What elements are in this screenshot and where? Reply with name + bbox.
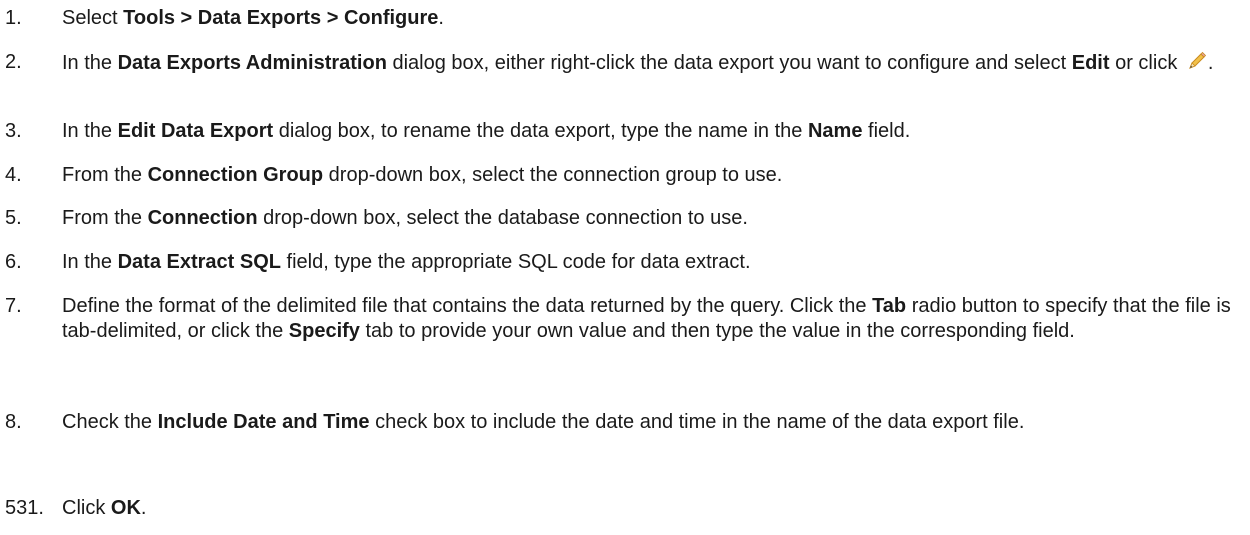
step-number: 1. xyxy=(5,7,22,29)
instruction-steps: 1. Select Tools > Data Exports > Configu… xyxy=(0,0,1250,535)
step-text-run: Define the format of the delimited file … xyxy=(62,295,873,317)
ui-term: Tools > Data Exports > Configure xyxy=(123,7,439,29)
step-item: 531. Click OK. xyxy=(0,496,1250,521)
step-text-run: drop-down box, select the connection gro… xyxy=(323,164,783,186)
step-text: From the Connection drop-down box, selec… xyxy=(62,206,1232,231)
step-item: 4. From the Connection Group drop-down b… xyxy=(0,163,1250,188)
step-item: 2. In the Data Exports Administration di… xyxy=(0,50,1250,76)
step-text-run: From the xyxy=(62,164,148,186)
ui-term: Specify xyxy=(288,320,360,342)
step-text-run: From the xyxy=(62,207,148,229)
step-number: 8. xyxy=(5,411,22,433)
ui-term: Name xyxy=(807,120,863,142)
step-item: 7. Define the format of the delimited fi… xyxy=(0,294,1250,344)
step-text: In the Data Extract SQL field, type the … xyxy=(62,250,1232,275)
step-text-run: In the xyxy=(62,251,118,273)
step-text-run: dialog box, to rename the data export, t… xyxy=(273,120,808,142)
step-text-run: . xyxy=(1207,52,1214,74)
step-item: 6. In the Data Extract SQL field, type t… xyxy=(0,250,1250,275)
step-number: 4. xyxy=(5,164,22,186)
step-text-run: or click xyxy=(1109,52,1183,74)
step-text: Click OK. xyxy=(62,496,1232,521)
ui-term: Data Extract SQL xyxy=(117,251,281,273)
step-number: 7. xyxy=(5,295,22,317)
ui-term: Tab xyxy=(872,295,907,317)
step-item: 1. Select Tools > Data Exports > Configu… xyxy=(0,6,1250,31)
pencil-icon xyxy=(1186,50,1208,72)
step-text-run: Click xyxy=(62,497,111,519)
step-text: Define the format of the delimited file … xyxy=(62,294,1232,344)
step-number: 5. xyxy=(5,207,22,229)
ui-term: Include Date and Time xyxy=(157,411,370,433)
step-text-run: Select xyxy=(62,7,124,29)
step-text-run: dialog box, either right-click the data … xyxy=(386,52,1072,74)
ui-term: Connection Group xyxy=(147,164,324,186)
ui-term: Edit xyxy=(1071,52,1110,74)
step-item: 5. From the Connection drop-down box, se… xyxy=(0,206,1250,231)
step-text: In the Data Exports Administration dialo… xyxy=(62,50,1232,76)
ui-term: Data Exports Administration xyxy=(117,52,387,74)
step-item: 8. Check the Include Date and Time check… xyxy=(0,410,1250,435)
step-text-run: check box to include the date and time i… xyxy=(369,411,1025,433)
ui-term: OK xyxy=(110,497,141,519)
step-text-run: field. xyxy=(862,120,911,142)
step-text: In the Edit Data Export dialog box, to r… xyxy=(62,119,1232,144)
step-item: 3. In the Edit Data Export dialog box, t… xyxy=(0,119,1250,144)
step-text-run: field, type the appropriate SQL code for… xyxy=(281,251,751,273)
step-text-run: drop-down box, select the database conne… xyxy=(257,207,748,229)
step-number: 2. xyxy=(5,51,22,73)
step-number: 3. xyxy=(5,120,22,142)
step-text: Select Tools > Data Exports > Configure. xyxy=(62,6,1232,31)
ui-term: Connection xyxy=(147,207,258,229)
ui-term: Edit Data Export xyxy=(117,120,274,142)
step-text-run: Check the xyxy=(62,411,158,433)
step-text-run: . xyxy=(438,7,444,29)
step-text-run: In the xyxy=(62,120,118,142)
step-text-run: In the xyxy=(62,52,118,74)
step-number: 531. xyxy=(5,497,44,519)
step-text: From the Connection Group drop-down box,… xyxy=(62,163,1232,188)
step-text-run: tab to provide your own value and then t… xyxy=(359,320,1075,342)
step-text-run: . xyxy=(140,497,147,519)
step-number: 6. xyxy=(5,251,22,273)
step-text: Check the Include Date and Time check bo… xyxy=(62,410,1232,435)
